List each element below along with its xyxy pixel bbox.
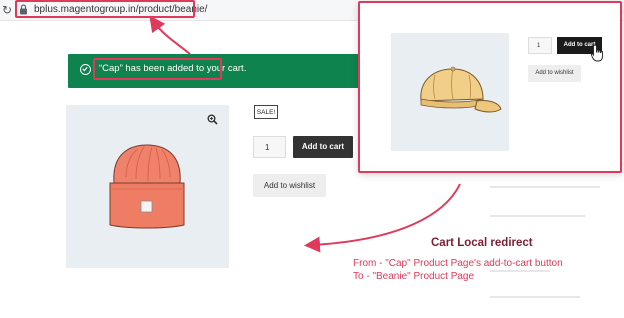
cap-illustration (420, 66, 502, 113)
quantity-input[interactable]: 1 (253, 136, 286, 158)
cap-add-to-wishlist-button[interactable]: Add to wishlist (528, 65, 581, 82)
check-circle-icon (80, 64, 91, 75)
cap-product-image[interactable] (391, 33, 509, 151)
sidebar-item (490, 186, 600, 188)
reload-icon[interactable]: ↻ (2, 3, 12, 17)
sidebar-item (490, 296, 580, 298)
beanie-illustration (109, 144, 185, 229)
notice-highlight-box (93, 58, 222, 80)
add-to-wishlist-button[interactable]: Add to wishlist (253, 174, 326, 197)
sale-badge: SALE! (254, 105, 278, 119)
zoom-icon[interactable] (207, 114, 218, 128)
beanie-product-image[interactable] (66, 105, 229, 268)
url-highlight-box (15, 0, 195, 18)
arrow-notice-to-url (149, 15, 191, 55)
caption-from-line: From - "Cap" Product Page's add-to-cart … (353, 258, 563, 269)
add-to-cart-button[interactable]: Add to cart (293, 136, 353, 158)
caption-title: Cart Local redirect (431, 237, 533, 249)
sidebar-item (490, 270, 550, 272)
hand-cursor-icon (591, 44, 603, 62)
sidebar-item (490, 215, 585, 217)
caption-to-line: To - "Beanie" Product Page (353, 271, 475, 282)
cap-quantity-input[interactable]: 1 (528, 37, 552, 54)
